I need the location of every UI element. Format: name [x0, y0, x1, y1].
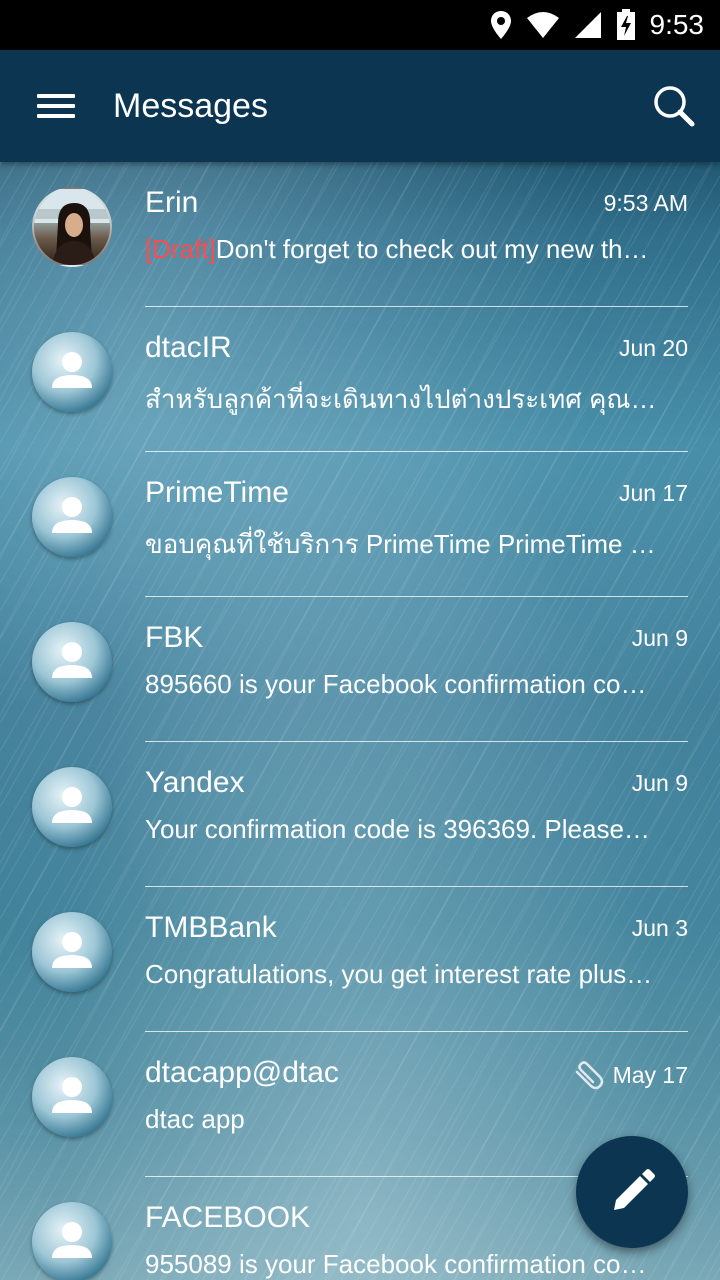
contact-name: TMBBank	[145, 911, 277, 944]
contact-name: PrimeTime	[145, 476, 289, 509]
search-button[interactable]	[650, 82, 698, 130]
location-icon	[490, 11, 511, 39]
paperclip-icon	[575, 1061, 603, 1090]
date-text: Jun 3	[631, 915, 688, 941]
menu-button[interactable]	[28, 82, 84, 130]
message-preview: 895660 is your Facebook confirmation co…	[145, 669, 647, 699]
person-icon	[52, 787, 92, 823]
cell-signal-icon	[574, 12, 601, 38]
date-text: Jun 20	[618, 335, 688, 361]
avatar	[32, 912, 112, 992]
message-preview: dtac app	[145, 1104, 245, 1134]
preview-text: Don't forget to check out my new th…	[215, 234, 649, 264]
avatar	[32, 622, 112, 702]
message-date: May 17	[573, 1060, 688, 1090]
person-icon	[52, 932, 92, 968]
message-date: 9:53 AM	[604, 190, 688, 217]
conversation-row[interactable]: dtacIR Jun 20 สำหรับลูกค้าที่จะเดินทางไป…	[0, 307, 720, 452]
message-date: Jun 20	[619, 335, 688, 362]
status-bar: 9:53	[0, 0, 720, 50]
avatar	[32, 332, 112, 412]
conversation-row[interactable]: FBK Jun 9 895660 is your Facebook confir…	[0, 597, 720, 742]
person-icon	[52, 352, 92, 388]
date-text: 9:53 AM	[603, 190, 688, 216]
message-preview: สำหรับลูกค้าที่จะเดินทางไปต่างประเทศ คุณ…	[145, 384, 657, 414]
conversation-row[interactable]: Erin 9:53 AM [Draft]Don't forget to chec…	[0, 162, 720, 307]
avatar	[32, 1057, 112, 1137]
contact-name: FACEBOOK	[145, 1201, 311, 1234]
message-date: Jun 17	[619, 480, 688, 507]
contact-name: dtacapp@dtac	[145, 1056, 339, 1089]
conversation-list: Erin 9:53 AM [Draft]Don't forget to chec…	[0, 162, 720, 1280]
status-time: 9:53	[649, 9, 705, 40]
message-preview: ขอบคุณที่ใช้บริการ PrimeTime PrimeTime …	[145, 529, 656, 559]
person-icon	[52, 497, 92, 533]
battery-charging-icon	[616, 9, 635, 40]
avatar	[32, 1202, 112, 1280]
contact-name: Erin	[145, 186, 199, 219]
message-preview: Congratulations, you get interest rate p…	[145, 959, 653, 989]
compose-button[interactable]	[576, 1136, 688, 1248]
avatar	[32, 767, 112, 847]
message-preview: 955089 is your Facebook confirmation co…	[145, 1249, 647, 1279]
draft-tag: [Draft]	[145, 234, 216, 264]
avatar	[32, 187, 112, 267]
avatar	[32, 477, 112, 557]
message-date: Jun 9	[632, 770, 688, 797]
message-date: Jun 3	[632, 915, 688, 942]
date-text: May 17	[612, 1061, 688, 1088]
contact-name: FBK	[145, 621, 204, 654]
status-icons: 9:53	[490, 0, 705, 50]
contact-name: dtacIR	[145, 331, 232, 364]
search-icon	[654, 86, 695, 127]
wifi-icon	[526, 12, 559, 38]
message-preview: Your confirmation code is 396369. Please…	[145, 814, 650, 844]
person-icon	[52, 1222, 92, 1258]
contact-name: Yandex	[145, 766, 245, 799]
page-title: Messages	[113, 87, 268, 125]
date-text: Jun 9	[631, 625, 688, 651]
conversation-row[interactable]: PrimeTime Jun 17 ขอบคุณที่ใช้บริการ Prim…	[0, 452, 720, 597]
person-icon	[52, 642, 92, 678]
message-date: Jun 9	[632, 625, 688, 652]
person-icon	[52, 1077, 92, 1113]
contact-photo	[34, 189, 110, 265]
pencil-icon	[614, 1169, 655, 1210]
date-text: Jun 17	[618, 480, 688, 506]
message-preview: [Draft]Don't forget to check out my new …	[145, 234, 688, 265]
date-text: Jun 9	[631, 770, 688, 796]
conversation-row[interactable]: Yandex Jun 9 Your confirmation code is 3…	[0, 742, 720, 887]
app-bar: Messages	[0, 50, 720, 162]
conversation-row[interactable]: TMBBank Jun 3 Congratulations, you get i…	[0, 887, 720, 1032]
